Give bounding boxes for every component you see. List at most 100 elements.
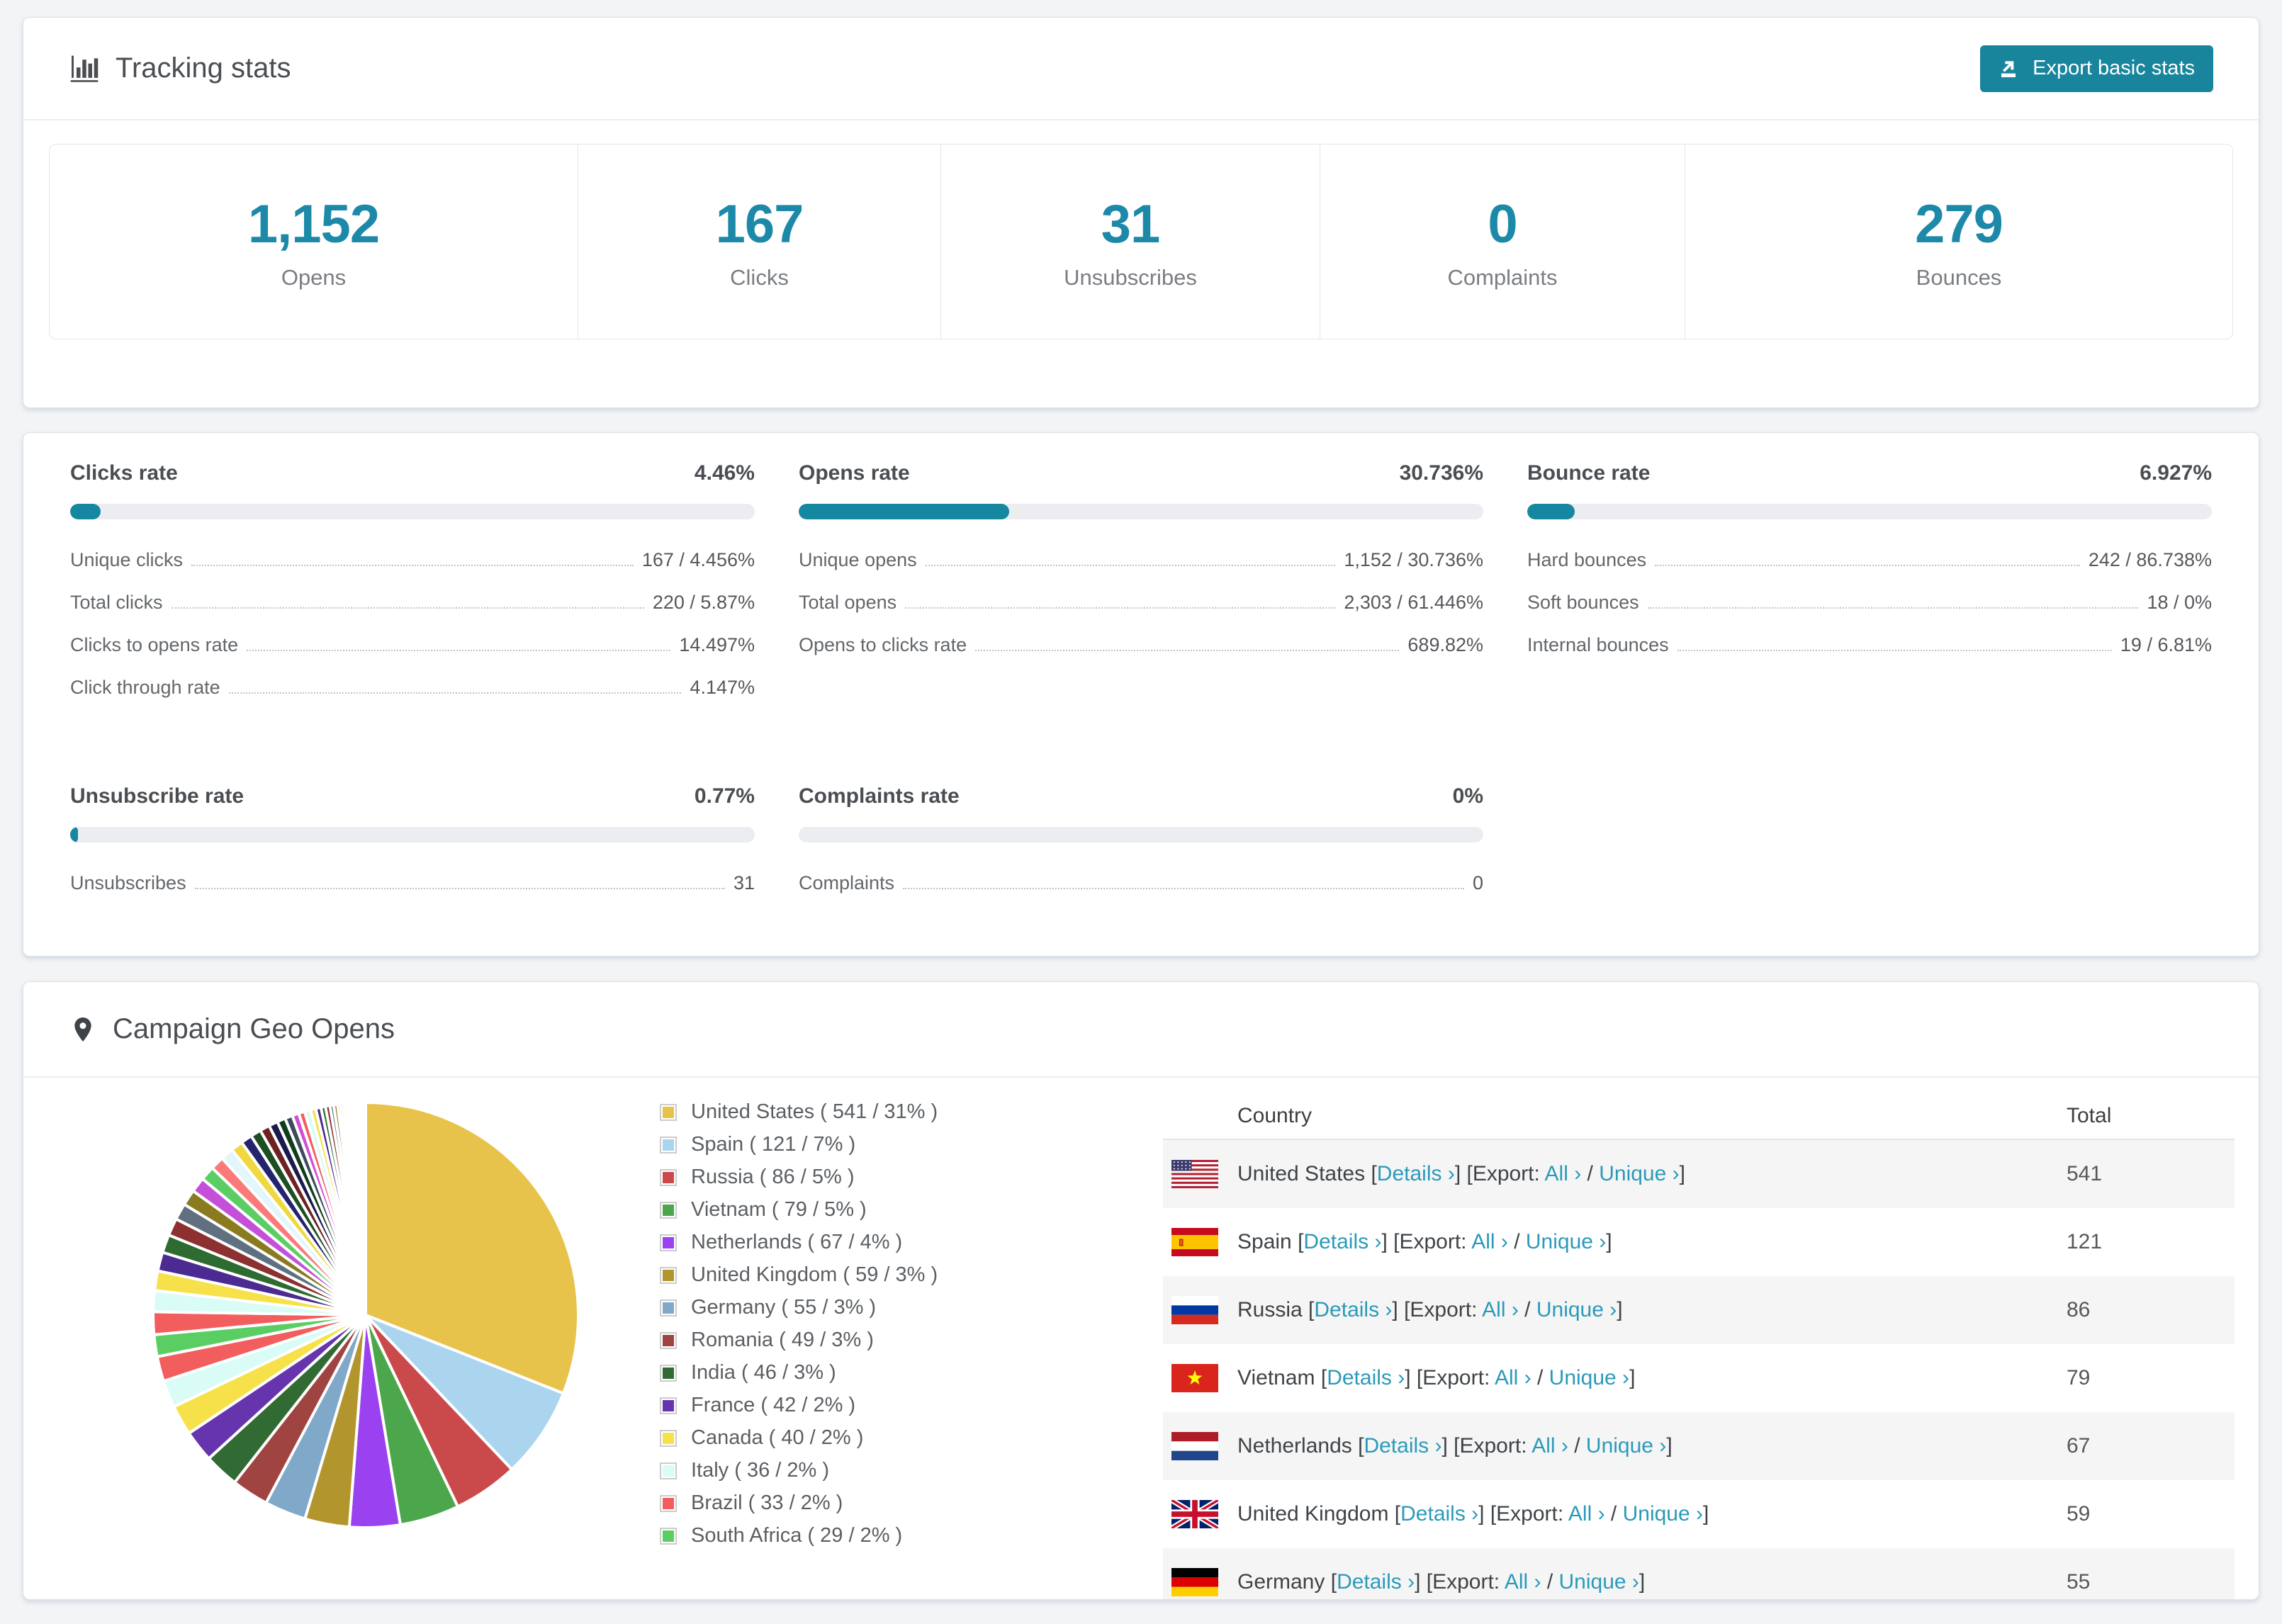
rate-value: 0% <box>1452 784 1483 808</box>
rate-row-label: Opens to clicks rate <box>799 634 967 655</box>
export-all-link[interactable]: All › <box>1495 1366 1531 1389</box>
legend-swatch <box>660 1234 677 1251</box>
rate-row-label: Soft bounces <box>1527 592 1639 613</box>
country-name: United States <box>1237 1162 1371 1185</box>
stat-cell-complaints: 0 Complaints <box>1320 145 1685 339</box>
progress-fill <box>1527 504 1575 519</box>
progress-bar <box>799 504 1483 519</box>
export-unique-link[interactable]: Unique › <box>1526 1230 1606 1253</box>
country-name: Germany <box>1237 1570 1331 1594</box>
legend-label: South Africa ( 29 / 2% ) <box>691 1524 903 1547</box>
rates-grid: Clicks rate 4.46% Unique clicks 167 / 4.456… <box>23 433 2259 915</box>
rate-value: 30.736% <box>1399 461 1483 485</box>
pie-legend: United States ( 541 / 31% ) Spain ( 121 /… <box>660 1078 1057 1599</box>
export-all-link[interactable]: All › <box>1545 1162 1582 1185</box>
rate-head: Clicks rate 4.46% <box>70 461 755 485</box>
rates-card: Clicks rate 4.46% Unique clicks 167 / 4.456… <box>23 432 2259 957</box>
rate-row: Clicks to opens rate 14.497% <box>70 634 755 656</box>
bar-chart-icon <box>69 53 100 84</box>
stat-label: Clicks <box>730 264 789 290</box>
details-link[interactable]: Details › <box>1303 1230 1381 1253</box>
export-unique-link[interactable]: Unique › <box>1549 1366 1629 1389</box>
stat-label: Bounces <box>1916 264 2002 290</box>
country-cell: Russia [Details ›] [Export: All › / Uniq… <box>1237 1298 1623 1321</box>
legend-label: Netherlands ( 67 / 4% ) <box>691 1231 903 1253</box>
dotted-leader <box>925 565 1336 566</box>
legend-item: Canada ( 40 / 2% ) <box>660 1426 1057 1450</box>
legend-item: Romania ( 49 / 3% ) <box>660 1329 1057 1352</box>
rate-row-label: Unsubscribes <box>70 872 186 893</box>
export-all-link[interactable]: All › <box>1505 1570 1541 1594</box>
legend-label: Canada ( 40 / 2% ) <box>691 1426 864 1449</box>
details-link[interactable]: Details › <box>1314 1298 1392 1321</box>
export-unique-link[interactable]: Unique › <box>1559 1570 1639 1594</box>
rate-section-unsubscribe-rate: Unsubscribe rate 0.77% Unsubscribes 31 <box>70 784 755 915</box>
legend-swatch <box>660 1331 677 1349</box>
rate-section-clicks-rate: Clicks rate 4.46% Unique clicks 167 / 4.456… <box>70 461 755 719</box>
table-row-nl: Netherlands [Details ›] [Export: All › /… <box>1163 1412 2235 1480</box>
rate-row-value: 220 / 5.87% <box>652 592 755 613</box>
country-name: United Kingdom <box>1237 1502 1395 1526</box>
table-row-vn: Vietnam [Details ›] [Export: All › / Uni… <box>1163 1344 2235 1412</box>
details-link[interactable]: Details › <box>1327 1366 1405 1389</box>
rate-row: Soft bounces 18 / 0% <box>1527 592 2212 614</box>
export-all-link[interactable]: All › <box>1482 1298 1519 1321</box>
tracking-stats-header: Tracking stats Export basic stats <box>23 18 2259 120</box>
country-name: Vietnam <box>1237 1366 1321 1389</box>
table-row-gb: United Kingdom [Details ›] [Export: All … <box>1163 1480 2235 1548</box>
total-cell: 55 <box>2067 1570 2091 1594</box>
rate-row: Click through rate 4.147% <box>70 677 755 699</box>
total-cell: 541 <box>2067 1162 2103 1185</box>
rate-row-value: 4.147% <box>690 677 755 698</box>
legend-item: Netherlands ( 67 / 4% ) <box>660 1231 1057 1254</box>
rate-row-value: 689.82% <box>1407 634 1483 655</box>
details-link[interactable]: Details › <box>1364 1434 1441 1457</box>
rate-row: Unsubscribes 31 <box>70 872 755 894</box>
rate-row: Total opens 2,303 / 61.446% <box>799 592 1483 614</box>
dotted-leader <box>228 692 682 694</box>
details-link[interactable]: Details › <box>1337 1570 1415 1594</box>
table-row-es: Spain [Details ›] [Export: All › / Uniqu… <box>1163 1208 2235 1276</box>
dotted-leader <box>194 888 725 889</box>
legend-item: United States ( 541 / 31% ) <box>660 1100 1057 1124</box>
flag-de-icon <box>1171 1568 1218 1596</box>
legend-item: Italy ( 36 / 2% ) <box>660 1459 1057 1482</box>
export-all-link[interactable]: All › <box>1568 1502 1605 1526</box>
legend-item: Brazil ( 33 / 2% ) <box>660 1492 1057 1515</box>
legend-swatch <box>660 1527 677 1545</box>
export-unique-link[interactable]: Unique › <box>1536 1298 1617 1321</box>
details-link[interactable]: Details › <box>1400 1502 1478 1526</box>
geo-title-text: Campaign Geo Opens <box>113 1013 395 1044</box>
stat-cell-opens: 1,152 Opens <box>50 145 578 339</box>
export-icon <box>1999 57 2021 80</box>
geo-header: Campaign Geo Opens <box>23 982 2259 1078</box>
table-row-ru: Russia [Details ›] [Export: All › / Uniq… <box>1163 1276 2235 1344</box>
export-unique-link[interactable]: Unique › <box>1599 1162 1679 1185</box>
export-unique-link[interactable]: Unique › <box>1586 1434 1666 1457</box>
rate-row-label: Unique clicks <box>70 549 184 570</box>
stat-value: 167 <box>715 193 804 254</box>
country-cell: United States [Details ›] [Export: All ›… <box>1237 1162 1685 1185</box>
rate-row-label: Complaints <box>799 872 895 893</box>
legend-label: Romania ( 49 / 3% ) <box>691 1329 874 1351</box>
export-basic-stats-button[interactable]: Export basic stats <box>1980 45 2213 92</box>
export-all-link[interactable]: All › <box>1471 1230 1508 1253</box>
page: Tracking stats Export basic stats 1,152 O… <box>0 0 2282 1624</box>
export-all-link[interactable]: All › <box>1531 1434 1568 1457</box>
dotted-leader <box>1647 607 2139 609</box>
geo-opens-pie-chart <box>152 1100 580 1529</box>
stat-label: Unsubscribes <box>1064 264 1197 290</box>
details-link[interactable]: Details › <box>1377 1162 1455 1185</box>
stat-value: 31 <box>1101 193 1161 254</box>
export-unique-link[interactable]: Unique › <box>1623 1502 1703 1526</box>
rate-row-value: 18 / 0% <box>2147 592 2212 613</box>
rate-section-bounce-rate: Bounce rate 6.927% Hard bounces 242 / 86.73… <box>1527 461 2212 719</box>
rate-row-value: 31 <box>733 872 755 893</box>
total-cell: 59 <box>2067 1502 2091 1526</box>
stat-cell-unsubscribes: 31 Unsubscribes <box>940 145 1320 339</box>
rate-row: Hard bounces 242 / 86.738% <box>1527 549 2212 571</box>
rate-head: Opens rate 30.736% <box>799 461 1483 485</box>
rate-row-value: 167 / 4.456% <box>641 549 755 570</box>
legend-label: Italy ( 36 / 2% ) <box>691 1459 830 1482</box>
legend-swatch <box>660 1103 677 1121</box>
